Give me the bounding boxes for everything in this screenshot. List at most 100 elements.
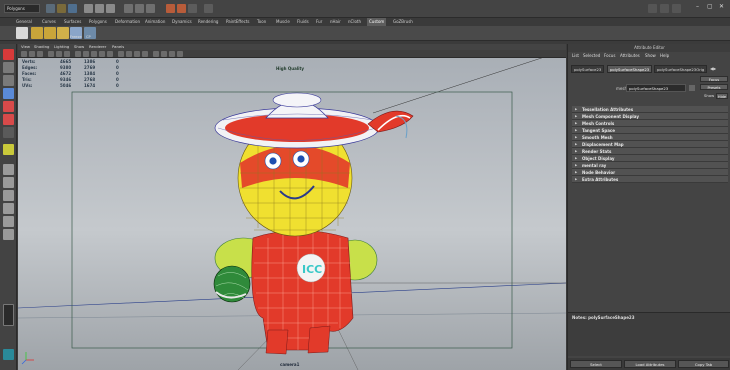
layout-four-icon[interactable] (3, 177, 14, 188)
xray-icon[interactable] (126, 51, 132, 57)
shelf-tab-painteffects[interactable]: PaintEffects (224, 18, 252, 26)
ipr-render-icon[interactable] (177, 4, 186, 13)
rotate-tool-icon[interactable] (3, 101, 14, 112)
soft-mod-tool-icon[interactable] (3, 144, 14, 155)
hide-button[interactable]: Hide (716, 93, 728, 99)
film-gate-icon[interactable] (56, 51, 62, 57)
shelf-tab-animation[interactable]: Animation (143, 18, 167, 26)
layout-single-icon[interactable] (3, 164, 14, 175)
lights-icon[interactable] (107, 51, 113, 57)
layout-uv-icon[interactable] (3, 304, 14, 326)
ae-tab-polysurfaceshape23[interactable]: polySurfaceShape23 (607, 65, 653, 73)
open-scene-icon[interactable] (57, 4, 66, 13)
camera-attributes-icon[interactable] (21, 51, 27, 57)
shadows-icon[interactable] (118, 51, 124, 57)
minimize-icon[interactable]: – (696, 3, 699, 10)
body-mesh[interactable] (251, 230, 354, 351)
shelf-tab-dynamics[interactable]: Dynamics (170, 18, 194, 26)
channel-box-toggle-icon[interactable] (648, 4, 657, 13)
save-scene-icon[interactable] (68, 4, 77, 13)
render-settings-icon[interactable] (188, 4, 197, 13)
section-smooth-mesh[interactable]: Smooth Mesh (572, 134, 728, 141)
mode-selector[interactable]: Polygons (4, 4, 40, 13)
new-scene-icon[interactable] (46, 4, 55, 13)
ae-menu-help[interactable]: Help (660, 53, 669, 58)
section-mesh-component-display[interactable]: Mesh Component Display (572, 113, 728, 120)
tool-icon-2[interactable] (44, 27, 56, 39)
layout-outliner-icon[interactable] (3, 203, 14, 214)
resolution-gate-icon[interactable] (64, 51, 70, 57)
ae-menu-list[interactable]: List (572, 53, 579, 58)
ae-tab-polysurface23[interactable]: polySurface23 (571, 65, 605, 73)
layout-hypershade-icon[interactable] (3, 229, 14, 240)
character-model[interactable]: ICC (213, 92, 414, 355)
perspective-viewport[interactable]: Verts: 4665 1386 0 Edges: 9380 2769 0 Fa… (18, 58, 566, 370)
focus-button[interactable]: Focus (700, 76, 728, 82)
mesh-name-field[interactable]: polySurfaceShape23 (626, 84, 686, 92)
shelf-tab-ncloth[interactable]: nCloth (346, 18, 363, 26)
textured-icon[interactable] (99, 51, 105, 57)
anti-alias-icon[interactable] (169, 51, 175, 57)
scale-tool-icon[interactable] (3, 114, 14, 125)
shelf-tab-fur[interactable]: Fur (314, 18, 324, 26)
tool-icon-1[interactable] (31, 27, 43, 39)
render-icon[interactable] (166, 4, 175, 13)
shelf-tab-surfaces[interactable]: Surfaces (62, 18, 83, 26)
section-tangent-space[interactable]: Tangent Space (572, 127, 728, 134)
shelf-tab-general[interactable]: General (14, 18, 34, 26)
shelf-tab-gozbrush[interactable]: GoZBrush (391, 18, 415, 26)
shelf-tab-fluids[interactable]: Fluids (295, 18, 311, 26)
ae-tab-polysurfaceshape23orig[interactable]: polySurfaceShape23Orig (654, 65, 708, 73)
shelf-tab-rendering[interactable]: Rendering (196, 18, 220, 26)
layout-graph-icon[interactable] (3, 216, 14, 227)
select-hierarchy-icon[interactable] (84, 4, 93, 13)
select-object-icon[interactable] (95, 4, 104, 13)
shelf-tab-polygons[interactable]: Polygons (87, 18, 109, 26)
select-button[interactable]: Select (570, 360, 622, 368)
section-tessellation-attributes[interactable]: Tessellation Attributes (572, 106, 728, 113)
last-tool-icon[interactable] (3, 127, 14, 138)
tool-icon-3[interactable] (57, 27, 69, 39)
shelf-tab-nhair[interactable]: nHair (328, 18, 343, 26)
notes-area[interactable]: Notes: polySurfaceShape23 (568, 312, 730, 356)
section-extra-attributes[interactable]: Extra Attributes (572, 176, 728, 183)
ae-menu-show[interactable]: Show (645, 53, 656, 58)
shelf-tab-custom[interactable]: Custom (367, 18, 387, 26)
shelf-tab-curves[interactable]: Curves (40, 18, 58, 26)
lasso-tool-icon[interactable] (3, 62, 14, 73)
image-plane-icon[interactable] (37, 51, 43, 57)
section-node-behavior[interactable]: Node Behavior (572, 169, 728, 176)
grid-icon[interactable] (48, 51, 54, 57)
move-tool-icon[interactable] (3, 88, 14, 99)
right-leg-mesh[interactable] (307, 325, 331, 354)
ae-menu-selected[interactable]: Selected (583, 53, 600, 58)
ambient-occlusion-icon[interactable] (161, 51, 167, 57)
smooth-shade-icon[interactable] (83, 51, 89, 57)
go-to-input-icon[interactable] (689, 85, 695, 91)
xray-joints-icon[interactable] (134, 51, 140, 57)
section-object-display[interactable]: Object Display (572, 155, 728, 162)
select-component-icon[interactable] (106, 4, 115, 13)
input-field-icon[interactable] (204, 4, 213, 13)
snap-grid-icon[interactable] (124, 4, 133, 13)
depth-of-field-icon[interactable] (177, 51, 183, 57)
section-mental-ray[interactable]: mental ray (572, 162, 728, 169)
wireframe-icon[interactable] (75, 51, 81, 57)
attribute-editor-toggle-icon[interactable] (660, 4, 669, 13)
section-displacement-map[interactable]: Displacement Map (572, 141, 728, 148)
tab-scroll-arrows[interactable]: ◀▶ (710, 66, 716, 71)
snap-curve-icon[interactable] (135, 4, 144, 13)
snap-point-icon[interactable] (146, 4, 155, 13)
isolate-select-icon[interactable] (142, 51, 148, 57)
bookmark-icon[interactable] (29, 51, 35, 57)
left-leg-mesh[interactable] (265, 329, 289, 355)
shelf-tab-deformation[interactable]: Deformation (113, 18, 142, 26)
shelf-tab-toon[interactable]: Toon (255, 18, 268, 26)
section-mesh-controls[interactable]: Mesh Controls (572, 120, 728, 127)
wireframe-on-shaded-icon[interactable] (91, 51, 97, 57)
section-render-stats[interactable]: Render Stats (572, 148, 728, 155)
select-tool-icon[interactable] (3, 49, 14, 60)
presets-button[interactable]: Presets (700, 84, 728, 90)
hat-feather[interactable] (367, 110, 414, 133)
close-icon[interactable]: ✕ (719, 3, 724, 10)
